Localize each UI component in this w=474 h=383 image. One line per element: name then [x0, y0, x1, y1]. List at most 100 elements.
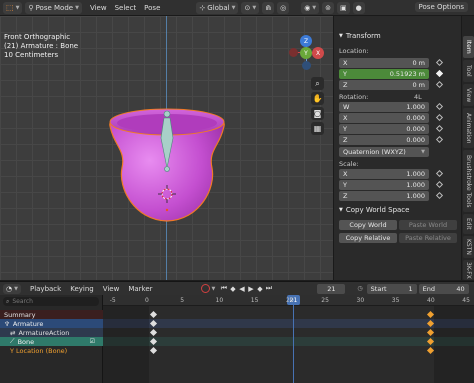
tab-tool[interactable]: Tool	[463, 60, 474, 82]
menu-marker[interactable]: Marker	[128, 285, 152, 293]
play-reverse-icon[interactable]: ◀	[237, 285, 246, 293]
keyframe-diamond-icon[interactable]	[435, 69, 444, 78]
3d-viewport[interactable]: Front Orthographic (21) Armature : Bone …	[0, 16, 333, 280]
keyframe-marker-selected[interactable]	[426, 346, 435, 355]
record-icon[interactable]	[200, 284, 210, 293]
tab-view[interactable]: View	[463, 84, 474, 106]
gizmo-neg-x[interactable]	[289, 48, 298, 57]
snap-toggle[interactable]: ⋒	[262, 1, 275, 14]
camera-icon[interactable]: ◙	[311, 107, 324, 120]
shading-solid-button[interactable]: ●	[352, 1, 365, 14]
value: 0.000	[406, 125, 425, 133]
next-keyframe-icon[interactable]: ◆	[255, 285, 264, 293]
keyframe-diamond-icon[interactable]	[435, 102, 444, 111]
scale-x-field[interactable]: X 1.000	[339, 169, 429, 179]
clock-icon[interactable]: ◷	[357, 285, 362, 292]
tab-animation[interactable]: Animation	[463, 108, 474, 148]
hand-icon[interactable]: ✋	[311, 92, 324, 105]
play-icon[interactable]: ▶	[246, 285, 255, 293]
pivot-dropdown[interactable]: ⊙ ▼	[241, 1, 260, 14]
location-x-field[interactable]: X 0 m	[339, 58, 429, 68]
keyframe-marker[interactable]	[149, 310, 158, 319]
rotation-mode-dropdown[interactable]: Quaternion (WXYZ) ▼	[339, 147, 429, 157]
keyframe-diamond-icon[interactable]	[435, 80, 444, 89]
navigation-gizmo[interactable]: Z Y X	[289, 35, 325, 71]
channel-label: Armature	[12, 319, 44, 328]
copy-relative-button[interactable]: Copy Relative	[339, 233, 397, 243]
orientation-dropdown[interactable]: ⊹ Global ▼	[196, 1, 239, 14]
pose-options-button[interactable]: Pose Options	[414, 2, 468, 12]
menu-view[interactable]: View	[103, 285, 120, 293]
channel-summary[interactable]: Summary	[0, 310, 103, 319]
gizmo-neg-z[interactable]	[302, 61, 311, 70]
rotation-w-field[interactable]: W 1.000	[339, 102, 429, 112]
jump-start-icon[interactable]: ⏮	[219, 284, 228, 293]
gizmo-y-button[interactable]: Y	[300, 47, 312, 59]
value: 0.51923 m	[389, 70, 425, 78]
transform-panel-header[interactable]: ▼ Transform	[339, 32, 381, 40]
menu-select[interactable]: Select	[115, 4, 137, 12]
keyframe-diamond-icon[interactable]	[435, 169, 444, 178]
keyframe-diamond-icon[interactable]	[435, 180, 444, 189]
editor-type-button[interactable]: ⬚ ▼	[3, 1, 23, 14]
keyframe-diamond-icon[interactable]	[435, 113, 444, 122]
channel-bone[interactable]: ⟋ Bone ☑	[0, 337, 103, 346]
channel-search-field[interactable]: ⌕ Search	[3, 297, 99, 306]
jump-end-icon[interactable]: ⏭	[264, 284, 273, 293]
paste-world-button[interactable]: Paste World	[399, 220, 457, 230]
tab-brushstroke-tools[interactable]: Brushstroke Tools	[463, 150, 474, 212]
scale-z-field[interactable]: Z 1.000	[339, 191, 429, 201]
dopesheet-area[interactable]: 21 -5 0 5 10 15 20 25 30 35 40 45	[103, 295, 474, 383]
timeline-editor-type[interactable]: ◔ ▼	[3, 283, 21, 294]
pose-icon: ⚲	[28, 3, 34, 12]
keyframe-marker[interactable]	[149, 346, 158, 355]
gizmo-z-button[interactable]: Z	[300, 35, 312, 47]
prev-keyframe-icon[interactable]: ◆	[228, 285, 237, 293]
value: 1.000	[406, 181, 425, 189]
keyframe-marker-selected[interactable]	[426, 328, 435, 337]
tab-edit[interactable]: Edit	[463, 214, 474, 234]
scale-y-field[interactable]: Y 1.000	[339, 180, 429, 190]
paste-relative-button[interactable]: Paste Relative	[399, 233, 457, 243]
start-frame-field[interactable]: Start 1	[366, 283, 417, 294]
rotation-x-field[interactable]: X 0.000	[339, 113, 429, 123]
playhead-line[interactable]	[293, 295, 294, 383]
channel-armature[interactable]: ♆ Armature	[0, 319, 103, 328]
menu-view[interactable]: View	[90, 4, 107, 12]
keyframe-diamond-icon[interactable]	[435, 191, 444, 200]
overlay-toggle[interactable]: ⊚	[322, 1, 335, 14]
copy-world-button[interactable]: Copy World	[339, 220, 397, 230]
keyframe-marker-selected[interactable]	[426, 310, 435, 319]
keyframe-diamond-icon[interactable]	[435, 124, 444, 133]
menu-pose[interactable]: Pose	[144, 4, 160, 12]
keyframe-diamond-icon[interactable]	[435, 58, 444, 67]
post-range-shade	[434, 306, 474, 383]
cup-mesh[interactable]	[100, 88, 236, 228]
proportional-toggle[interactable]: ◎	[277, 1, 290, 14]
rotation-lock-tag[interactable]: 4L	[414, 93, 422, 101]
menu-keying[interactable]: Keying	[70, 285, 94, 293]
gizmo-x-button[interactable]: X	[312, 47, 324, 59]
keyframe-marker[interactable]	[149, 328, 158, 337]
rotation-y-field[interactable]: Y 0.000	[339, 124, 429, 134]
channel-action[interactable]: ⇄ ArmatureAction	[0, 328, 103, 337]
end-frame-field[interactable]: End 40	[418, 283, 469, 294]
location-z-field[interactable]: Z 0 m	[339, 80, 429, 90]
menu-playback[interactable]: Playback	[30, 285, 61, 293]
mode-dropdown[interactable]: ⚲ Pose Mode ▼	[25, 1, 82, 14]
location-y-field[interactable]: Y 0.51923 m	[339, 69, 429, 79]
tab-item[interactable]: Item	[463, 36, 474, 58]
copy-world-space-header[interactable]: ▼ Copy World Space	[339, 206, 409, 214]
visibility-dropdown[interactable]: ◉ ▼	[301, 1, 320, 14]
chevron-down-icon[interactable]: ▼	[212, 286, 216, 292]
grid-icon[interactable]: ▦	[311, 122, 324, 135]
tab-3k-fx[interactable]: 3K-FX	[463, 260, 474, 280]
tab-kstn[interactable]: KSTN	[463, 236, 474, 258]
zoom-icon[interactable]: ⌕	[311, 77, 324, 90]
rotation-z-field[interactable]: Z 0.000	[339, 135, 429, 145]
channel-y-location[interactable]: Y Location (Bone)	[0, 346, 103, 355]
xray-toggle[interactable]: ▣	[337, 1, 350, 14]
keyframe-diamond-icon[interactable]	[435, 135, 444, 144]
current-frame-field[interactable]: 21	[317, 283, 346, 294]
checkbox-icon[interactable]: ☑	[90, 338, 95, 345]
